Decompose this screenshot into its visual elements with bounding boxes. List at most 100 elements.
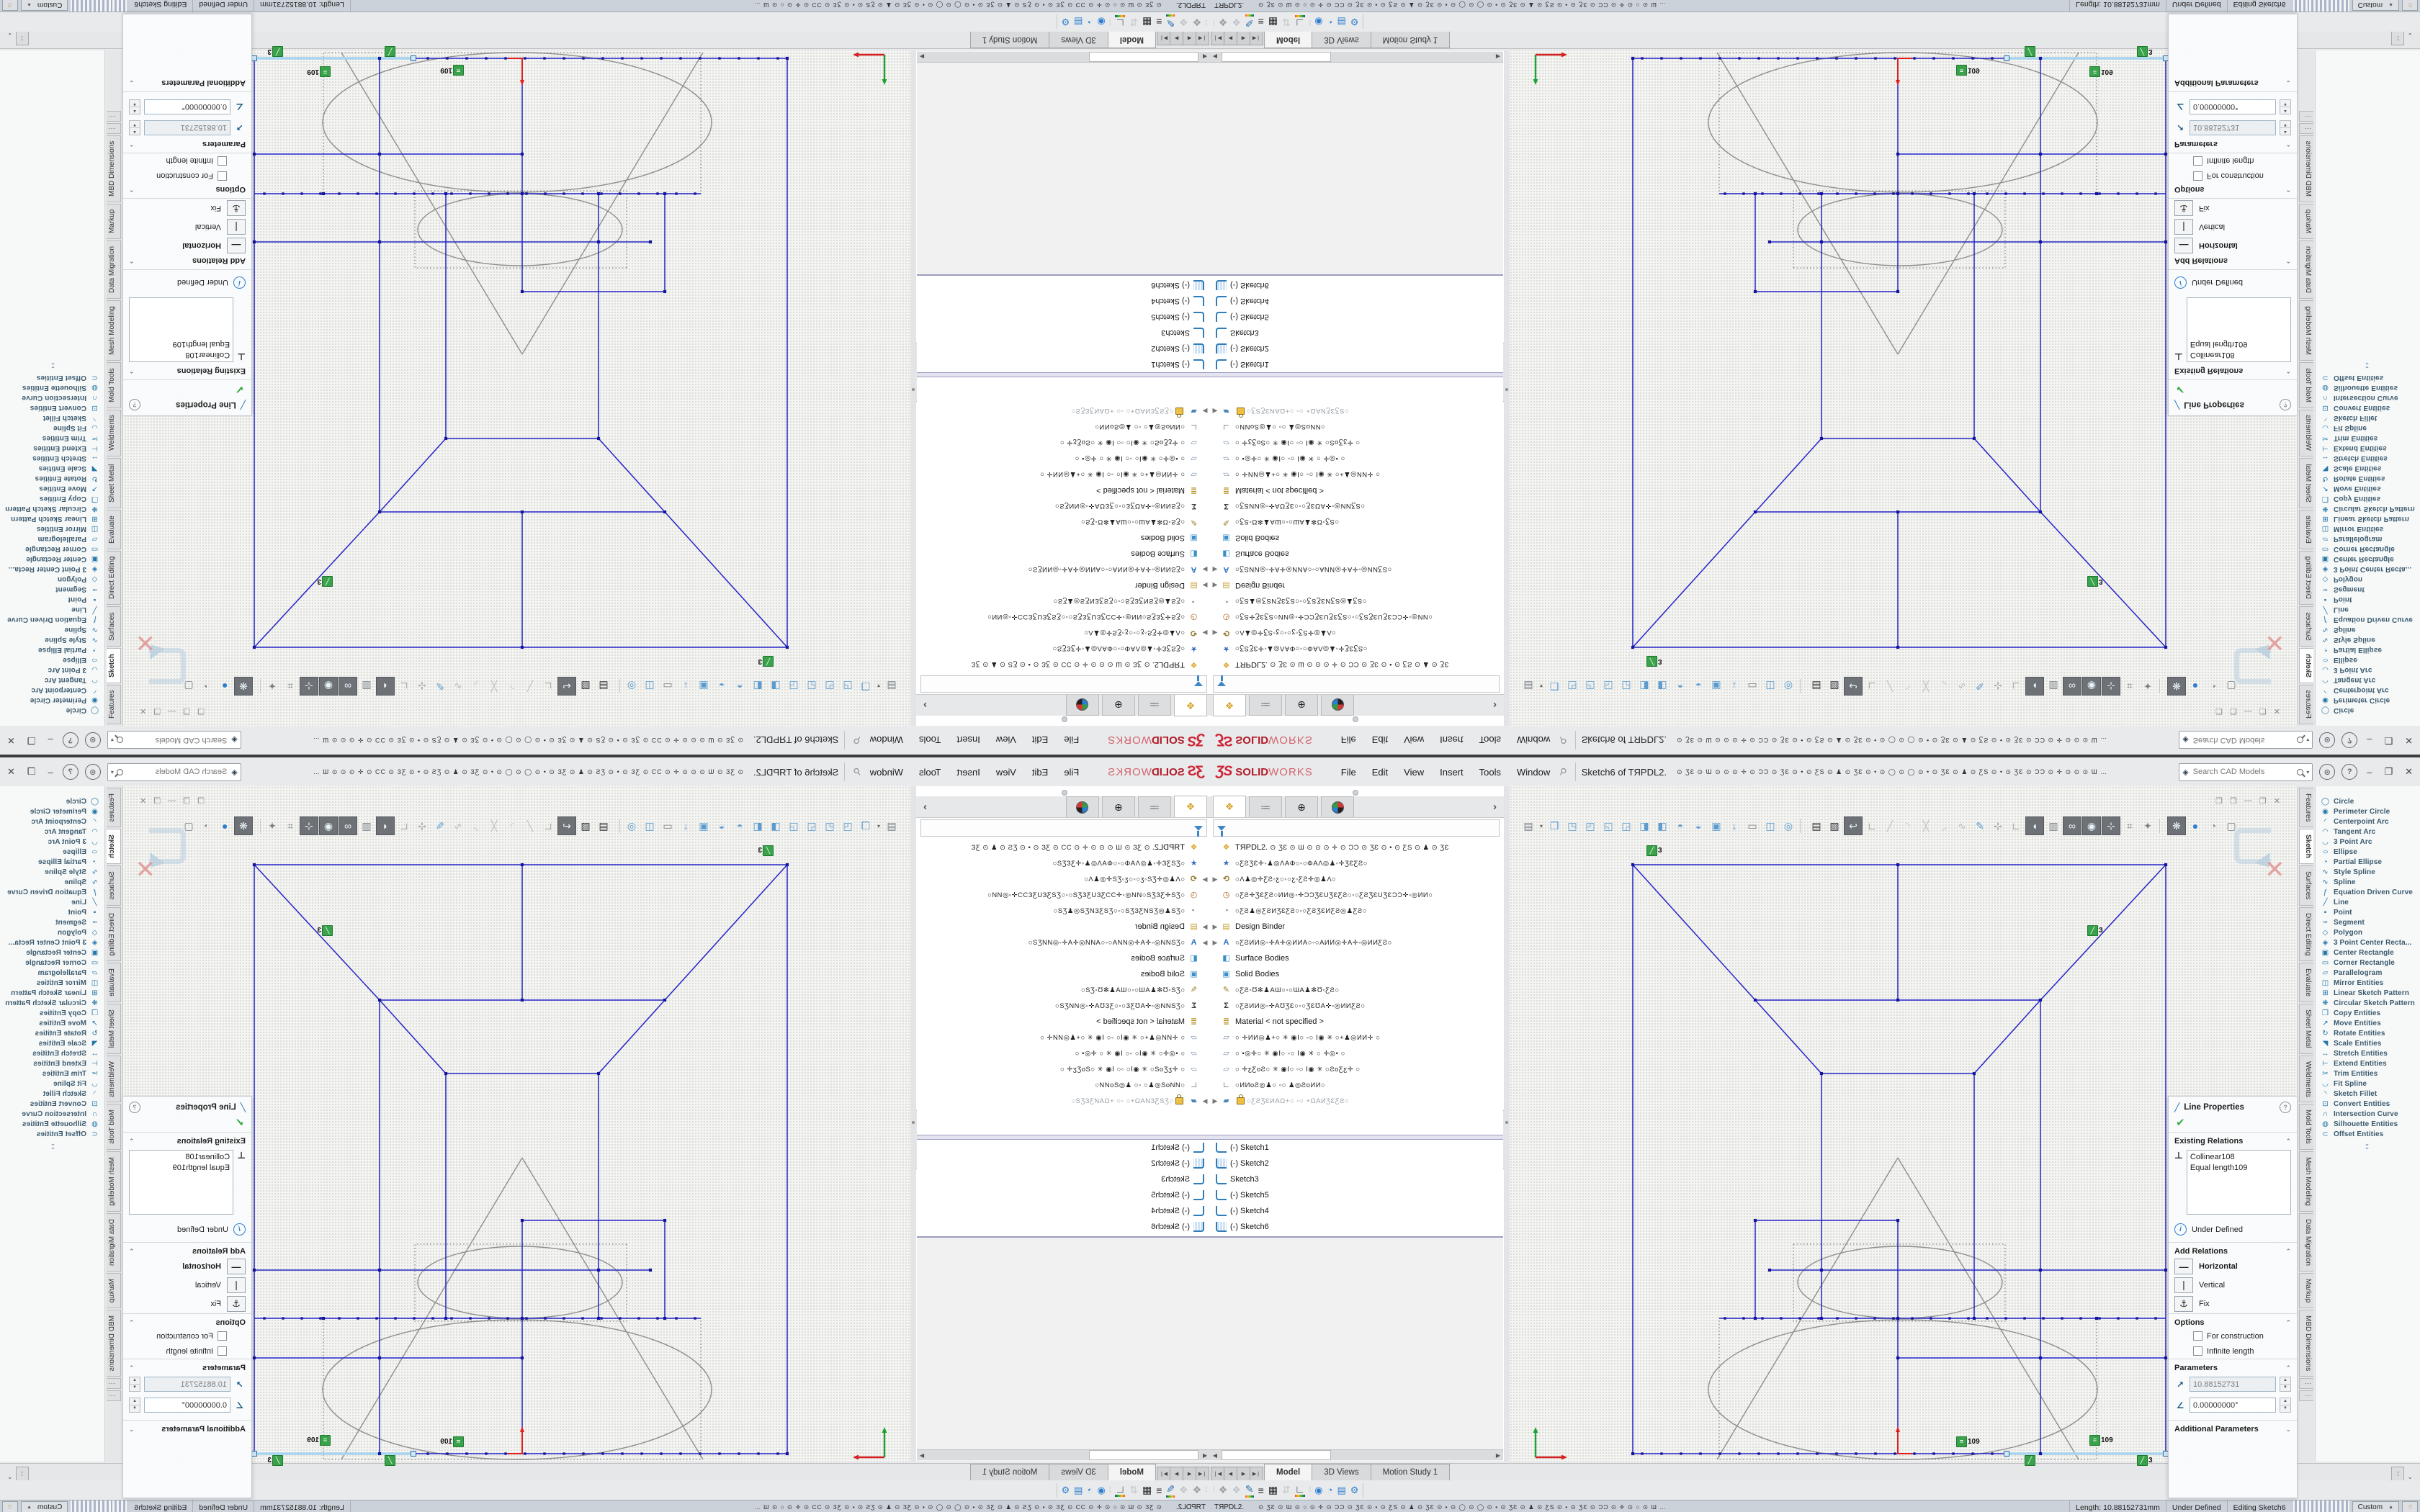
tree-splitter[interactable] [1210,372,1503,377]
tool-mirror-entities[interactable]: ◫Mirror Entities [0,978,104,988]
tree-item-plane[interactable]: ▱○ •◎✛○ ✳ ◉Ⅰ○ ◦○ Ⅰ◉ ✳ ○ ✛◎• ○ [917,451,1210,467]
tab-options-button[interactable]: ⁞ [16,1467,29,1481]
tab-mbd-dimensions[interactable]: MBD Dimensions [2299,135,2313,202]
tree-item-sens[interactable]: ◷○ƸƧ✛ƷƐƸƧ○ИИ◎◦✛ƆƆƷƐUƷƐƸƧ○◦○ƸƧƷƐUƷƐƆƆ✛◦◎И… [917,887,1210,903]
scroll-left-icon[interactable]: ◀ [1200,1452,1210,1459]
toolbar-icon[interactable]: ❋ [234,677,253,696]
search-box[interactable]: ◈ ▾ [2179,732,2313,750]
toolbar-icon[interactable]: ◔ [198,678,215,695]
menu-edit[interactable]: Edit [1024,732,1056,749]
tree-item-plane[interactable]: ▱○ ✛ƹƸοƧ○ ✳ ◉Ⅰ○ ◦○ Ⅰ◉ ✳ ○ƧοƸƹ✛ ○ [1210,435,1503,451]
toolbar-icon[interactable]: ◉ [2082,816,2101,835]
subtool-icon[interactable]: ≡ [1156,1485,1162,1496]
tool-segment[interactable]: ┅Segment [2316,917,2420,927]
document-window-controls[interactable]: ❐❐—❐✕ [2215,796,2280,806]
tool-extend-entities[interactable]: ⊢Extend Entities [0,1058,104,1068]
cancel-sketch-icon[interactable]: ✕ [2264,628,2285,657]
toolbar-icon[interactable]: ∿ [1953,678,1971,695]
doc-tab-motion-study-1[interactable]: Motion Study 1 [970,1464,1050,1481]
subtool-icon[interactable]: ⁞ [1110,1486,1111,1494]
tab-sketch[interactable]: Sketch [2299,829,2313,864]
relation-item[interactable]: Equal length109 [133,1163,230,1174]
tab-surfaces[interactable]: Surfaces [107,606,121,646]
tool-tangent-arc[interactable]: ◠Tangent Arc [2316,675,2420,685]
tab-surfaces[interactable]: Surfaces [2299,606,2313,646]
spin-up-icon[interactable]: ▲ [130,1398,140,1405]
panel-help-icon[interactable]: ? [129,1102,140,1113]
toolbar-icon[interactable]: ▥ [358,817,375,834]
subtool-icon[interactable]: ❖ [1179,1484,1188,1496]
subtool-icon[interactable]: ⁞ [1309,18,1311,26]
tab-nav-icon[interactable]: ❘◀ [1211,31,1224,45]
toolbar-icon[interactable]: ◱ [1600,817,1617,834]
restore-button[interactable]: ❐ [2381,766,2396,778]
subtool-icon[interactable]: ❖ [1232,1484,1241,1496]
tool-copy-entities[interactable]: ❐Copy Entities [0,494,104,504]
tree-item-blocks[interactable]: ✎○ƸƧ◦Ʊ✻♟AƜ○◦○ƜA♟✻Ʊ◦ƸƧ○ [917,514,1210,530]
tree-item-solid[interactable]: ▣Solid Bodies [1210,966,1503,982]
tab-markup[interactable]: Markup [2299,1273,2313,1308]
add-relation-fix[interactable]: ⚓Fix [2169,199,2297,217]
spinner[interactable]: ▲▼ [129,1377,140,1392]
toolbar-icon[interactable]: ▧ [1826,678,1843,695]
tool-3-point-arc[interactable]: ◡3 Point Arc [2316,665,2420,675]
expand-icon[interactable]: ▶ [1200,566,1210,574]
toolbar-icon[interactable]: ◰ [1582,678,1599,695]
tree-item-blocks[interactable]: ✎○ƸƧ◦Ʊ✻♟AƜ○◦○ƜA♟✻Ʊ◦ƸƧ○ [1210,982,1503,998]
tool-intersection-curve[interactable]: ∩Intersection Curve [0,393,104,403]
relations-listbox[interactable]: Collinear108Equal length109 [129,1150,233,1215]
subtool-icon[interactable]: ❖ [1193,16,1202,28]
subtool-icon[interactable]: ❖ [1193,1484,1202,1496]
subtool-icon[interactable]: ≡ [1156,17,1162,28]
toolbar-icon[interactable]: ∞ [2063,816,2081,835]
restore-icon[interactable]: ❐ [2215,796,2223,806]
tool-move-entities[interactable]: ↗Move Entities [2316,484,2420,494]
toolbar-icon[interactable]: ◝ [1899,817,1917,834]
document-window-controls[interactable]: ❐❐—❐✕ [2215,706,2280,716]
tab-mesh-modeling[interactable]: Mesh Modeling [107,1151,121,1212]
tree-item-sketch1[interactable]: (-) Sketch1 [1210,356,1503,372]
tab-features[interactable]: Features [2299,788,2313,827]
pane-collapse-handle[interactable] [1353,790,1358,796]
tab-surfaces[interactable]: Surfaces [107,865,121,905]
add-relation-horizontal[interactable]: —Horizontal [123,1257,251,1276]
tab-nav-icon[interactable]: ▶ [1170,31,1183,45]
tree-item-plane[interactable]: ▱○ ✛ƹƸοƧ○ ✳ ◉Ⅰ○ ◦○ Ⅰ◉ ✳ ○ƧοƸƹ✛ ○ [917,435,1210,451]
tool-partial-ellipse[interactable]: ◔Partial Ellipse [2316,645,2420,655]
tool-center-rectangle[interactable]: ▣Center Rectangle [2316,554,2420,564]
close-doc-icon[interactable]: ✕ [140,796,146,806]
tab-overflow[interactable]: ⋮ [2299,123,2313,134]
configuration-tab[interactable]: ⊕ [1285,796,1318,817]
pane-flyout-icon[interactable]: › [1493,801,1497,813]
tool-partial-ellipse[interactable]: ◔Partial Ellipse [2316,857,2420,867]
spinner[interactable]: ▲▼ [129,120,140,135]
toolbar-icon[interactable]: ▢ [180,678,197,695]
tab-weldments[interactable]: Weldments [2299,1056,2313,1103]
toolbar-icon[interactable]: ◒ [1690,817,1707,834]
tree-item-sketch2[interactable]: (-) Sketch2 [917,341,1210,356]
tool-spline[interactable]: ∿Spline [0,877,104,887]
tree-item-sketch4[interactable]: (-) Sketch4 [1210,1203,1503,1219]
toolbar-icon[interactable]: ╱ [1881,817,1899,834]
tab-nav-buttons[interactable]: ❘◀◀▶▶❘ [1211,1467,1263,1481]
panel-help-icon[interactable]: ? [2280,399,2291,410]
scroll-right-icon[interactable]: ▶ [1493,54,1503,60]
toolbar-icon[interactable]: ▣ [695,678,712,695]
tool-line[interactable]: ╱Line [2316,605,2420,615]
tab-nav-icon[interactable]: ❘◀ [1196,1467,1209,1481]
relation-badge[interactable]: ╱ [2025,1455,2035,1466]
tab-overflow[interactable]: ⋮ [107,1390,121,1401]
subtool-icon[interactable]: ⚙ [1062,1485,1070,1496]
tree-item-sel[interactable]: ◔○ƸƧ♟◎ƸƧИƷƐƸƧ○◦○ƸƧƷƐИƸƧ◎♟ƸƧ○ [1210,593,1503,609]
menu-window[interactable]: Window [1509,732,1558,749]
spinner[interactable]: ▲▼ [129,1398,140,1413]
spinner[interactable]: ▲▼ [2280,1398,2291,1413]
tab-sheet-metal[interactable]: Sheet Metal [107,1004,121,1053]
subtool-icon[interactable]: ⁞ [1213,18,1214,26]
spinner[interactable]: ▲▼ [2280,99,2291,114]
spin-down-icon[interactable]: ▼ [130,1384,140,1391]
tool-spline[interactable]: ∿Spline [0,625,104,635]
pane-hscrollbar[interactable]: ◀ ▶ [917,52,1210,63]
relations-listbox[interactable]: Collinear108Equal length109 [129,297,233,362]
toolbar-icon[interactable]: ◞ [467,817,485,834]
